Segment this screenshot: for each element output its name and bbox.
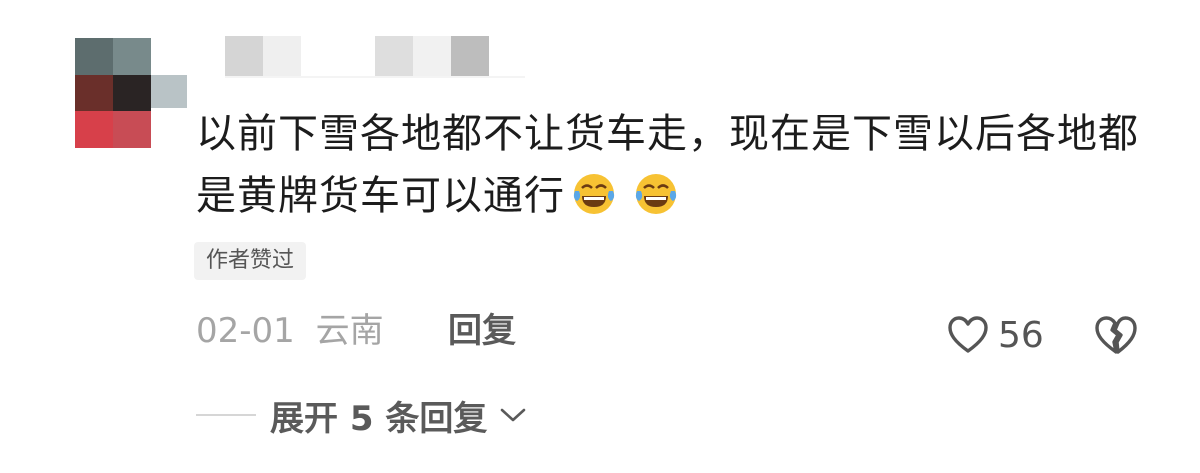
username-blur-block (451, 36, 489, 76)
expand-replies-label: 展开 5 条回复 (270, 398, 488, 439)
avatar-pixel (113, 75, 151, 111)
broken-heart-icon (1095, 316, 1137, 354)
avatar-pixel (75, 111, 113, 148)
expand-replies[interactable]: 展开 5 条回复 (196, 390, 527, 440)
username-blur-block (225, 36, 263, 76)
username[interactable] (225, 36, 525, 80)
tears-of-joy-emoji (635, 174, 677, 214)
avatar-pixel (75, 75, 113, 111)
heart-outline-icon (948, 316, 988, 353)
username-blur-block (263, 36, 301, 76)
avatar[interactable] (75, 38, 151, 148)
username-blur-block (225, 76, 525, 78)
username-blur-block (375, 36, 413, 76)
like-count: 56 (998, 314, 1044, 356)
tears-of-joy-emoji (573, 174, 615, 214)
avatar-pixel (75, 38, 113, 75)
expand-divider (196, 414, 256, 416)
chevron-down-icon (501, 408, 526, 422)
avatar-pixel (113, 38, 151, 75)
author-liked-badge: 作者赞过 (194, 242, 307, 280)
avatar-edge (151, 75, 187, 108)
comment-text: 以前下雪各地都不让货车走，现在是下雪以后各地都是黄牌货车可以通行 (196, 103, 1156, 227)
comment-location: 云南 (315, 311, 384, 351)
like-button[interactable]: 56 (946, 310, 1044, 360)
comment-date: 02-01 (196, 311, 295, 351)
username-blur-block (413, 36, 451, 76)
reply-button[interactable]: 回复 (448, 306, 516, 356)
dislike-button[interactable] (1093, 314, 1139, 360)
avatar-pixel (113, 111, 151, 148)
comment-meta: 02-01 云南 (196, 306, 384, 356)
